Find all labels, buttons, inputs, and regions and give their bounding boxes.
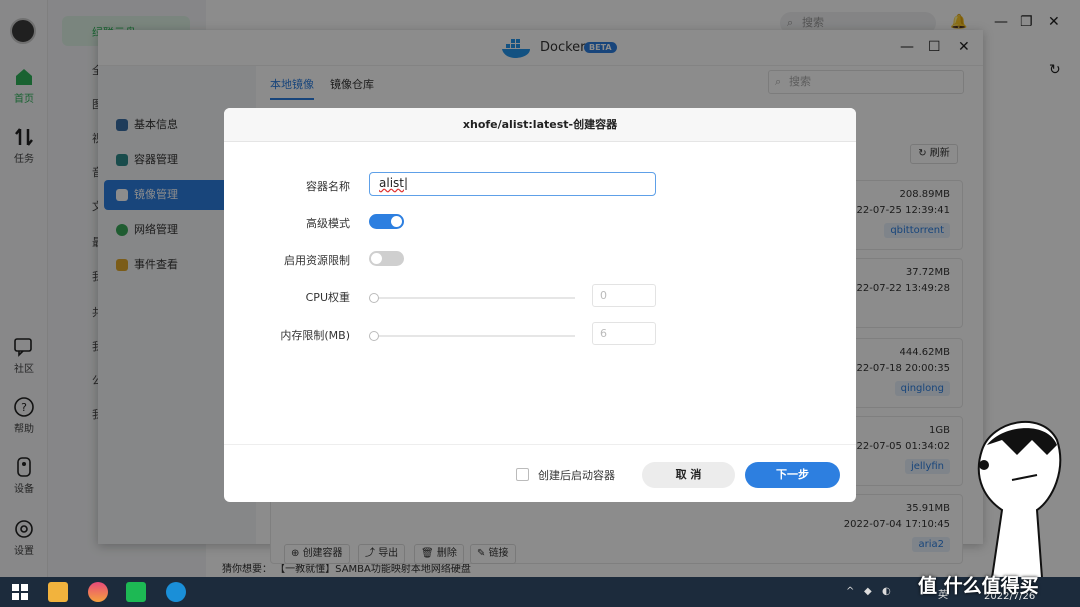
next-button[interactable]: 下一步 [745,462,840,488]
network-icon[interactable]: ◐ [882,586,891,597]
container-name-input[interactable]: alist| [369,172,656,196]
cpu-weight-label: CPU权重 [305,291,350,304]
memory-limit-label: 内存限制(MB) [280,329,350,342]
shield-icon[interactable]: ◆ [864,586,872,597]
autostart-checkbox[interactable] [516,468,529,481]
slider-track [375,335,575,337]
create-container-dialog: xhofe/alist:latest-创建容器 容器名称 alist| 高级模式… [224,108,856,502]
slider-track [375,297,575,299]
cancel-button[interactable]: 取 消 [642,462,735,488]
chevron-up-icon[interactable]: ^ [846,586,854,597]
dialog-divider [224,444,856,445]
text-cursor: | [403,176,409,190]
memory-limit-slider[interactable] [369,331,577,341]
windows-start-icon[interactable] [10,582,30,602]
cpu-weight-input[interactable]: 0 [592,284,656,307]
cpu-weight-slider[interactable] [369,293,577,303]
resource-limit-label: 启用资源限制 [284,254,350,267]
dialog-title: xhofe/alist:latest-创建容器 [224,108,856,142]
site-watermark: 值 什么值得买 [918,575,1039,597]
slider-thumb[interactable] [369,331,379,341]
slider-thumb[interactable] [369,293,379,303]
advanced-mode-toggle[interactable] [369,214,404,229]
container-name-label: 容器名称 [306,180,350,193]
autostart-label[interactable]: 创建后启动容器 [538,467,615,483]
toggle-knob [371,253,382,264]
advanced-mode-label: 高级模式 [306,217,350,230]
memory-limit-input[interactable]: 6 [592,322,656,345]
edge-browser-icon[interactable] [166,582,186,602]
toggle-knob [391,216,402,227]
file-explorer-icon[interactable] [48,582,68,602]
nas-client-icon[interactable] [126,582,146,602]
resource-limit-toggle[interactable] [369,251,404,266]
color-picker-icon[interactable] [88,582,108,602]
container-name-value: alist [379,176,404,190]
anime-sticker-image [977,421,1062,579]
